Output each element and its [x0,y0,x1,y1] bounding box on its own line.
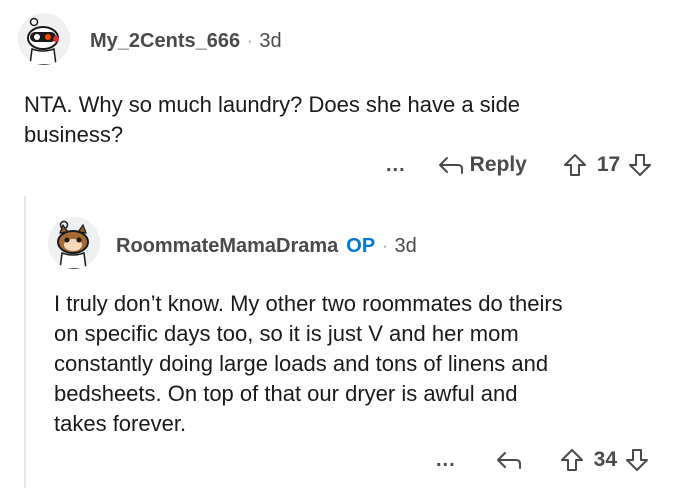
comment-line: on specific days too, so it is just V an… [54,321,519,346]
meta-separator: · [247,32,253,50]
comment-actions: ... 34 [436,448,649,472]
comment-line: business? [24,122,124,147]
downvote-icon[interactable] [628,153,652,177]
avatar[interactable] [48,217,100,269]
username[interactable]: My_2Cents_666 [90,30,240,53]
reply-arrow-icon [438,157,463,174]
username[interactable]: RoommateMamaDrama [116,235,338,258]
avatar[interactable] [18,13,70,65]
comment-meta: RoommateMamaDrama OP · 3d [116,235,417,258]
comment-line: I truly don’t know. My other two roommat… [54,291,563,316]
upvote-icon[interactable] [563,153,587,177]
comment-body: NTA. Why so much laundry? Does she have … [24,90,520,150]
comment-line: bedsheets. On top of that our dryer is a… [54,381,518,406]
more-options-button[interactable]: ... [386,154,406,177]
upvote-icon[interactable] [560,448,584,472]
thread-line[interactable] [24,196,26,488]
snoo-cat-avatar-icon [48,217,100,269]
comment-line: constantly doing large loads and tons of… [54,351,549,376]
snoo-avatar-icon [18,13,70,65]
comment-actions: ... Reply 17 [386,153,652,177]
vote-score: 34 [593,448,618,471]
more-options-button[interactable]: ... [436,449,456,472]
comment-line: NTA. Why so much laundry? Does she have … [24,92,521,117]
reply-arrow-icon[interactable] [496,449,522,471]
meta-separator: · [382,237,388,255]
op-badge: OP [346,235,376,257]
comment-age: 3d [394,235,417,257]
comment-line: takes forever. [54,411,187,436]
comment-meta: My_2Cents_666 · 3d [90,30,282,53]
downvote-icon[interactable] [625,448,649,472]
reply-button[interactable]: Reply [438,153,527,177]
comment-age: 3d [259,30,282,52]
comment-body: I truly don’t know. My other two roommat… [54,289,563,439]
reply-label: Reply [469,153,527,176]
vote-score: 17 [596,153,621,176]
